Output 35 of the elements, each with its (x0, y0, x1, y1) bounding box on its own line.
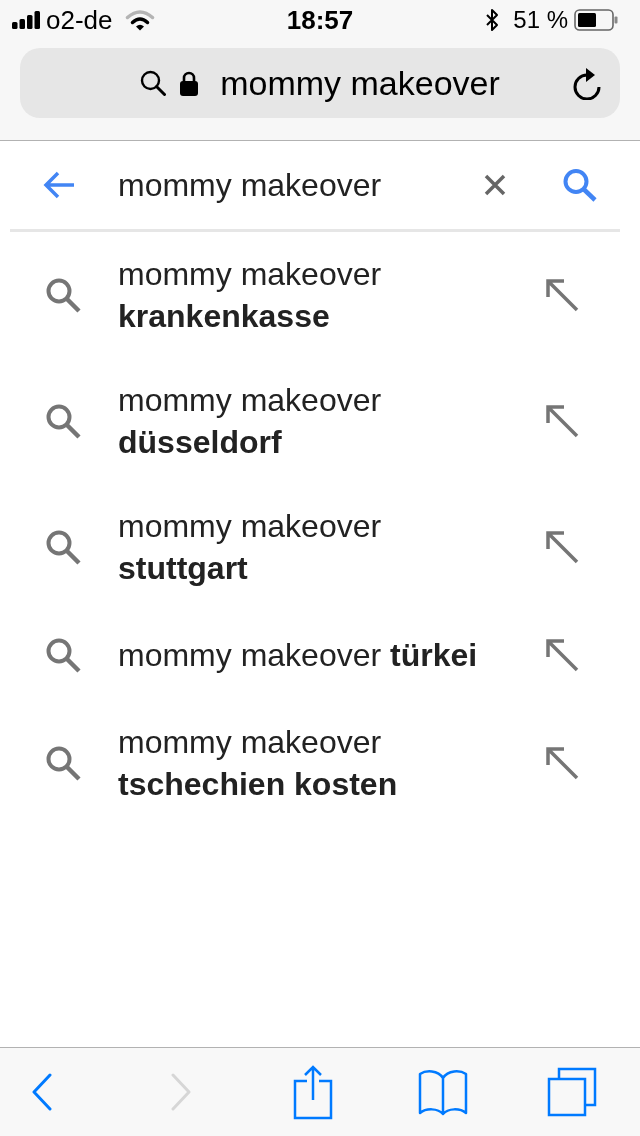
search-icon (45, 529, 81, 565)
lock-icon (179, 69, 200, 97)
address-bar[interactable]: mommy makeover (20, 48, 620, 118)
up-left-arrow-icon[interactable] (545, 278, 579, 312)
up-left-arrow-icon[interactable] (545, 746, 579, 780)
battery-percent: 51 % (513, 6, 568, 34)
up-left-arrow-icon[interactable] (545, 638, 579, 672)
search-icon (140, 70, 167, 96)
search-input[interactable]: mommy makeover (118, 163, 463, 207)
signal-bars-icon (12, 11, 41, 29)
search-icon (45, 403, 81, 439)
address-text: mommy makeover (220, 63, 500, 103)
share-icon[interactable] (293, 1064, 333, 1120)
reload-icon[interactable] (572, 66, 602, 100)
status-time: 18:57 (286, 4, 354, 36)
back-chevron-icon[interactable] (31, 1073, 53, 1111)
suggestion-text[interactable]: mommy makeover stuttgart (118, 505, 498, 589)
search-icon (45, 745, 81, 781)
battery-icon (574, 9, 618, 31)
search-icon[interactable] (562, 168, 598, 202)
close-icon[interactable] (483, 173, 507, 197)
suggestion-text[interactable]: mommy makeover tschechien kosten (118, 721, 498, 805)
book-icon[interactable] (418, 1068, 468, 1116)
up-left-arrow-icon[interactable] (545, 404, 579, 438)
wifi-icon (124, 9, 155, 31)
suggestion-text[interactable]: mommy makeover krankenkasse (118, 253, 498, 337)
bluetooth-icon (485, 8, 500, 32)
search-icon (45, 277, 81, 313)
suggestion-text[interactable]: mommy makeover türkei (118, 634, 498, 676)
search-icon (45, 637, 81, 673)
tabs-icon[interactable] (547, 1067, 597, 1117)
suggestion-text[interactable]: mommy makeover düsseldorf (118, 379, 498, 463)
back-arrow-icon[interactable] (42, 170, 76, 200)
carrier-name: o2-de (46, 4, 113, 36)
up-left-arrow-icon[interactable] (545, 530, 579, 564)
